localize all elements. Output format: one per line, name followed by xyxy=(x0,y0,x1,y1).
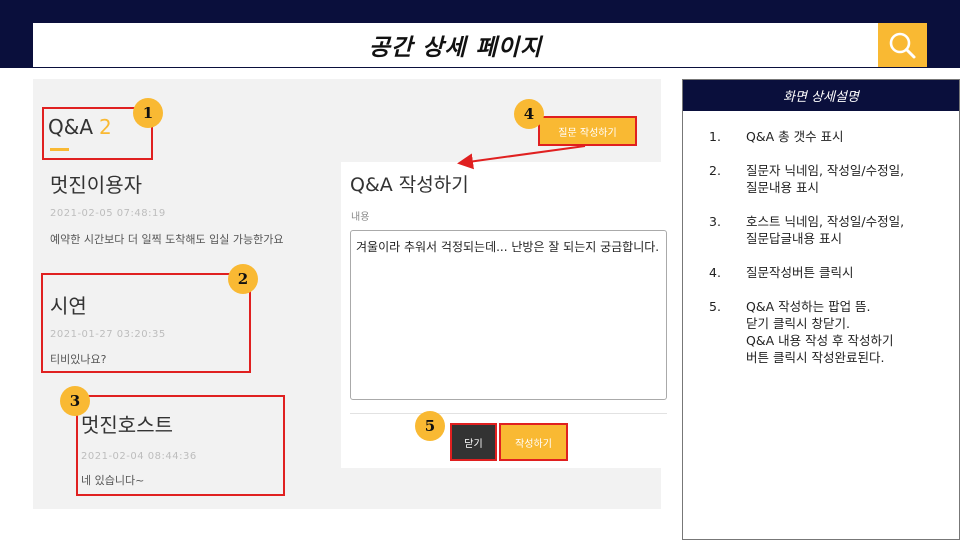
item-text: 질문답글내용 표시 xyxy=(746,231,842,246)
item-number: 3. xyxy=(709,214,721,229)
description-item: 1. Q&A 총 갯수 표시 xyxy=(683,128,959,145)
item-number: 2. xyxy=(709,163,721,178)
item-text: 호스트 닉네임, 작성일/수정일, xyxy=(746,214,905,229)
item-number: 4. xyxy=(709,265,721,280)
item-text: Q&A 작성하는 팝업 뜸. xyxy=(746,299,871,314)
item-text: 질문작성버튼 클릭시 xyxy=(746,265,854,280)
item-text: 버튼 클릭시 작성완료된다. xyxy=(746,350,885,365)
description-item: 5. Q&A 작성하는 팝업 뜸. 닫기 클릭시 창닫기. Q&A 내용 작성 … xyxy=(683,298,959,366)
item-text: Q&A 내용 작성 후 작성하기 xyxy=(746,333,894,348)
item-number: 5. xyxy=(709,299,721,314)
item-text: Q&A 총 갯수 표시 xyxy=(746,129,844,144)
description-panel: 화면 상세설명 1. Q&A 총 갯수 표시 2. 질문자 닉네임, 작성일/수… xyxy=(682,79,960,540)
description-item: 4. 질문작성버튼 클릭시 xyxy=(683,264,959,281)
item-number: 1. xyxy=(709,129,721,144)
description-list: 1. Q&A 총 갯수 표시 2. 질문자 닉네임, 작성일/수정일, 질문내용… xyxy=(683,128,959,383)
item-text: 질문자 닉네임, 작성일/수정일, xyxy=(746,163,905,178)
item-text: 질문내용 표시 xyxy=(746,180,819,195)
description-item: 2. 질문자 닉네임, 작성일/수정일, 질문내용 표시 xyxy=(683,162,959,196)
step-marker: 1 xyxy=(133,98,163,128)
panel-title: 화면 상세설명 xyxy=(683,80,959,111)
step-marker: 3 xyxy=(60,386,90,416)
step-marker: 2 xyxy=(228,264,258,294)
item-text: 닫기 클릭시 창닫기. xyxy=(746,316,850,331)
step-marker: 4 xyxy=(514,99,544,129)
step-marker: 5 xyxy=(415,411,445,441)
description-item: 3. 호스트 닉네임, 작성일/수정일, 질문답글내용 표시 xyxy=(683,213,959,247)
